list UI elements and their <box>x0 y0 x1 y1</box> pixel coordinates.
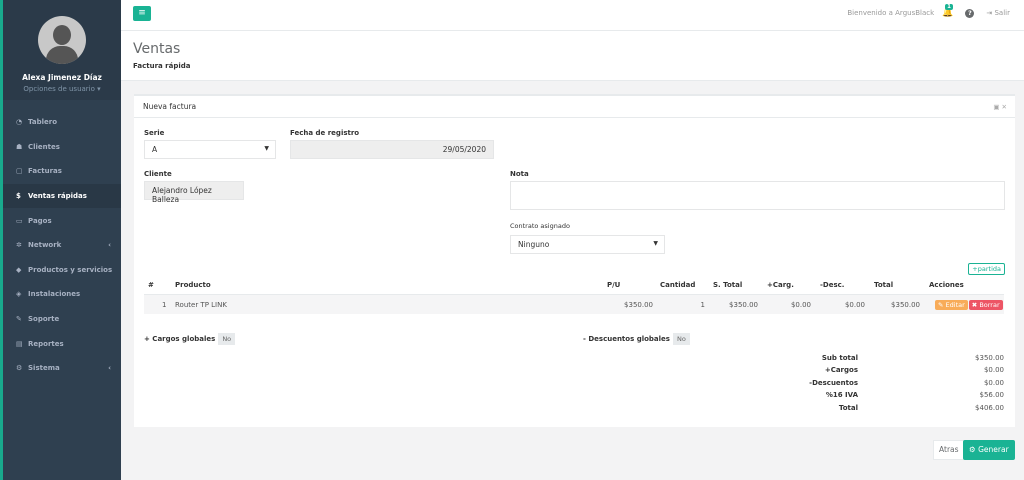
notification-badge: 1 <box>945 4 953 10</box>
dashboard-icon: ◔ <box>16 118 23 127</box>
cliente-field[interactable]: Alejandro López Balleza <box>144 181 244 204</box>
menu-toggle-button[interactable]: ≡ <box>133 6 151 21</box>
dollar-icon: $ <box>16 192 21 201</box>
network-icon: ✲ <box>16 241 22 250</box>
chevron-down-icon: ▼ <box>653 240 658 247</box>
page-title: Ventas <box>133 41 181 57</box>
nota-textarea[interactable] <box>510 181 1005 210</box>
file-icon: ▢ <box>16 167 23 176</box>
users-icon: ☗ <box>16 142 23 151</box>
iva-row: %16 IVA $56.00 <box>825 391 1004 400</box>
sidebar: Alexa Jimenez Díaz Opciones de usuario ▾… <box>0 0 121 480</box>
cargos-row: +Cargos $0.00 <box>824 366 1004 375</box>
cogs-icon: ⚙ <box>16 364 23 373</box>
notifications-button[interactable]: 🔔 1 <box>942 4 953 18</box>
cargos-toggle[interactable]: No <box>218 333 236 345</box>
chevron-left-icon: ‹ <box>108 241 111 250</box>
serie-select[interactable]: A ▼ <box>144 140 276 159</box>
welcome-text: Bienvenido a ArgusBlack <box>847 9 935 17</box>
back-button[interactable]: Atras <box>933 440 965 460</box>
table-row: 1 Router TP LINK $350.00 1 $350.00 $0.00… <box>144 295 1004 314</box>
sidebar-item-sistema[interactable]: ⚙ Sistema ‹ <box>3 356 121 381</box>
top-navbar: ≡ Bienvenido a ArgusBlack 🔔 1 ? ⇥ Salir <box>121 0 1024 31</box>
close-icon[interactable]: ✕ <box>1002 103 1007 111</box>
nota-label: Nota <box>510 170 529 178</box>
save-icon[interactable]: ▣ <box>993 103 999 111</box>
serie-label: Serie <box>144 129 165 137</box>
fecha-field: 29/05/2020 <box>290 140 494 159</box>
breadcrumb: Factura rápida <box>133 62 191 70</box>
sidebar-item-productos[interactable]: ◆ Productos y servicios <box>3 258 121 283</box>
descuentos-toggle[interactable]: No <box>672 333 690 345</box>
page-heading: Ventas Factura rápida <box>121 31 1024 81</box>
close-icon: ✖ <box>971 300 978 309</box>
money-icon: ▭ <box>16 216 23 225</box>
add-partida-button[interactable]: +partida <box>968 263 1005 275</box>
report-icon: ▤ <box>16 339 23 348</box>
help-icon[interactable]: ? <box>965 8 975 18</box>
card-title: Nueva factura ▣ ✕ <box>134 96 1015 118</box>
sidebar-item-tablero[interactable]: ◔ Tablero <box>3 110 121 135</box>
edit-icon: ✎ <box>938 300 944 309</box>
card-tools: ▣ ✕ <box>993 103 1007 111</box>
avatar[interactable] <box>38 16 86 64</box>
tag-icon: ◆ <box>16 265 22 274</box>
invoice-card: Nueva factura ▣ ✕ Serie A ▼ Fecha de reg… <box>134 94 1015 427</box>
hamburger-icon: ≡ <box>138 8 146 18</box>
sidebar-item-network[interactable]: ✲ Network ‹ <box>3 233 121 258</box>
sidebar-item-pagos[interactable]: ▭ Pagos <box>3 208 121 233</box>
fecha-label: Fecha de registro <box>290 129 360 137</box>
totals-summary: Sub total $350.00 +Cargos $0.00 -Descuento… <box>774 354 1006 416</box>
generate-button[interactable]: ⚙ Generar <box>963 440 1015 460</box>
total-row: Total $406.00 <box>838 403 1004 412</box>
cargos-globales: + Cargos globales No <box>144 333 236 345</box>
sidebar-item-facturas[interactable]: ▢ Facturas <box>3 159 121 184</box>
descuentos-row: -Descuentos $0.00 <box>809 378 1004 387</box>
user-options-dropdown[interactable]: Opciones de usuario ▾ <box>3 85 121 93</box>
products-table: # Producto P/U Cantidad S. Total +Carg. … <box>144 276 1004 314</box>
delete-button[interactable]: ✖ Borrar <box>968 299 1003 310</box>
cliente-label: Cliente <box>144 170 172 178</box>
user-profile: Alexa Jimenez Díaz Opciones de usuario ▾ <box>3 0 121 100</box>
contrato-select[interactable]: Ninguno ▼ <box>510 235 665 254</box>
cogs-icon: ⚙ <box>969 445 976 454</box>
sidebar-item-instalaciones[interactable]: ◈ Instalaciones <box>3 282 121 307</box>
sidebar-item-ventas-rapidas[interactable]: $ Ventas rápidas <box>3 183 121 209</box>
sidebar-item-soporte[interactable]: ✎ Soporte <box>3 307 121 332</box>
descuentos-globales: - Descuentos globales No <box>583 333 690 345</box>
subtotal-row: Sub total $350.00 <box>821 354 1004 362</box>
user-name: Alexa Jimenez Díaz <box>22 73 102 82</box>
logout-link[interactable]: ⇥ Salir <box>986 9 1010 17</box>
top-right-area: Bienvenido a ArgusBlack 🔔 1 ? ⇥ Salir <box>847 4 1010 18</box>
wrench-icon: ✎ <box>16 315 22 324</box>
contrato-label: Contrato asignado <box>510 222 570 230</box>
install-icon: ◈ <box>16 290 22 299</box>
sign-out-icon: ⇥ <box>986 9 993 17</box>
edit-button[interactable]: ✎ Editar <box>935 299 968 310</box>
sidebar-item-reportes[interactable]: ▤ Reportes <box>3 331 121 356</box>
sidebar-nav: ◔ Tablero ☗ Clientes ▢ Facturas $ Ventas ráp… <box>3 110 121 381</box>
chevron-left-icon: ‹ <box>108 364 111 373</box>
sidebar-item-clientes[interactable]: ☗ Clientes <box>3 135 121 160</box>
chevron-down-icon: ▼ <box>264 145 269 152</box>
table-header: # Producto P/U Cantidad S. Total +Carg. … <box>144 276 1004 295</box>
